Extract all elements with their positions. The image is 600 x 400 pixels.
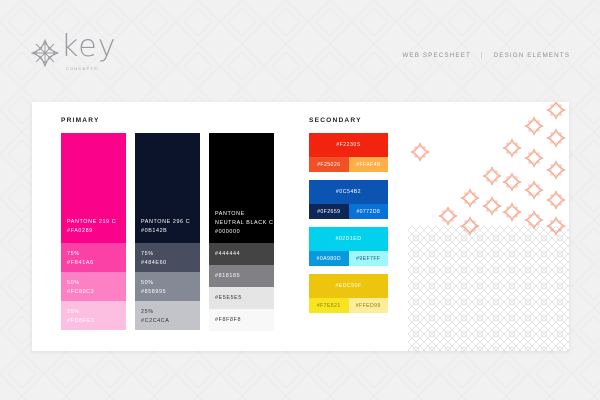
primary-column-black: PANTONE NEUTRAL BLACK C #000000 #444444 …	[209, 133, 274, 331]
secondary-left: #F7E521	[309, 298, 349, 313]
swatch-hex: #000000	[215, 229, 241, 235]
tint-75: 75% #FB41A6	[61, 243, 126, 272]
secondary-left-hex: #0F2659	[317, 209, 341, 215]
secondary-main: #F2230S	[309, 133, 388, 157]
primary-title: PRIMARY	[61, 117, 100, 124]
geometric-pattern	[408, 102, 569, 351]
tint-hex: #484E60	[141, 260, 167, 266]
swatch-pantone-296: PANTONE 296 C #0B142B	[135, 133, 200, 243]
shade-e5e5e5: #E5E5E5	[209, 287, 274, 309]
secondary-left: #0A980D	[309, 251, 349, 266]
secondary-main-hex: #02D1ED	[335, 236, 362, 242]
tint-50: 50% #858995	[135, 272, 200, 301]
secondary-blue: #0C54B2 #0F2659 #0772D8	[309, 180, 388, 219]
secondary-left-hex: #F7E521	[316, 303, 341, 309]
logo-wordmark: key	[61, 29, 117, 64]
secondary-main-hex: #F2230S	[336, 142, 361, 148]
secondary-main: #EDC50F	[309, 274, 388, 298]
tint-hex: #FC80C3	[67, 289, 95, 295]
swatch-name: PANTONE 296 C	[141, 219, 191, 225]
shade-f8f8f8: #F8F8F8	[209, 309, 274, 331]
shade-hex: #444444	[215, 251, 241, 257]
swatch-neutral-black: PANTONE NEUTRAL BLACK C #000000	[209, 133, 274, 243]
secondary-main-hex: #0C54B2	[335, 189, 362, 195]
orange-star-cluster	[410, 102, 566, 236]
nav-design-elements[interactable]: DESIGN ELEMENTS	[494, 52, 570, 59]
tint-hex: #C2C4CA	[141, 318, 170, 324]
shade-hex: #E5E5E5	[215, 295, 242, 301]
pattern-sample	[408, 102, 569, 351]
secondary-red: #F2230S #F25026 #FFAF48	[309, 133, 388, 172]
secondary-right-hex: #9EF7FF	[356, 256, 381, 262]
secondary-left: #F25026	[309, 157, 349, 172]
secondary-right: #9EF7FF	[348, 251, 388, 266]
swatch-name: PANTONE 219 C	[67, 219, 117, 225]
secondary-right: #FFED99	[348, 298, 388, 313]
nav-web-specsheet[interactable]: WEB SPECSHEET	[402, 52, 471, 59]
secondary-cyan: #02D1ED #0A980D #9EF7FF	[309, 227, 388, 266]
logo-subtitle: CONCEPTS	[66, 66, 98, 71]
secondary-main-hex: #EDC50F	[335, 283, 362, 289]
secondary-main: #0C54B2	[309, 180, 388, 204]
tint-label: 50%	[141, 280, 154, 286]
shade-444444: #444444	[209, 243, 274, 265]
swatch-pantone-219: PANTONE 219 C #FA0289	[61, 133, 126, 243]
nav-separator: |	[480, 52, 484, 59]
primary-column-pink: PANTONE 219 C #FA0289 75% #FB41A6 50% #F…	[61, 133, 126, 330]
secondary-main: #02D1ED	[309, 227, 388, 251]
secondary-right-hex: #0772D8	[356, 209, 381, 215]
tint-label: 25%	[67, 309, 80, 315]
shade-hex: #818185	[215, 273, 241, 279]
tint-50: 50% #FC80C3	[61, 272, 126, 301]
secondary-title: SECONDARY	[309, 117, 362, 124]
header-nav: WEB SPECSHEET | DESIGN ELEMENTS	[402, 52, 570, 59]
swatch-name-line1: PANTONE	[215, 211, 245, 217]
tint-label: 75%	[67, 251, 80, 257]
logo-star-icon	[30, 38, 60, 68]
tint-hex: #FB41A6	[67, 260, 94, 266]
tint-75: 75% #484E60	[135, 243, 200, 272]
tint-label: 50%	[67, 280, 80, 286]
secondary-left: #0F2659	[309, 204, 349, 219]
tint-hex: #FDBFE1	[67, 318, 95, 324]
specsheet-card: PRIMARY PANTONE 219 C #FA0289 75% #FB41A…	[32, 102, 569, 351]
tint-25: 25% #FDBFE1	[61, 301, 126, 330]
swatch-name-line2: NEUTRAL BLACK C	[215, 220, 274, 226]
secondary-right: #0772D8	[348, 204, 388, 219]
tint-25: 25% #C2C4CA	[135, 301, 200, 330]
tint-hex: #858995	[141, 289, 167, 295]
swatch-hex: #0B142B	[141, 228, 168, 234]
tint-label: 25%	[141, 309, 154, 315]
secondary-right: #FFAF48	[348, 157, 388, 172]
shade-hex: #F8F8F8	[215, 317, 242, 323]
shade-818185: #818185	[209, 265, 274, 287]
primary-column-navy: PANTONE 296 C #0B142B 75% #484E60 50% #8…	[135, 133, 200, 330]
secondary-right-hex: #FFAF48	[356, 162, 381, 168]
secondary-yellow: #EDC50F #F7E521 #FFED99	[309, 274, 388, 313]
secondary-right-hex: #FFED99	[355, 303, 381, 309]
secondary-left-hex: #0A980D	[316, 256, 341, 262]
secondary-left-hex: #F25026	[317, 162, 341, 168]
tint-label: 75%	[141, 251, 154, 257]
swatch-hex: #FA0289	[67, 228, 93, 234]
